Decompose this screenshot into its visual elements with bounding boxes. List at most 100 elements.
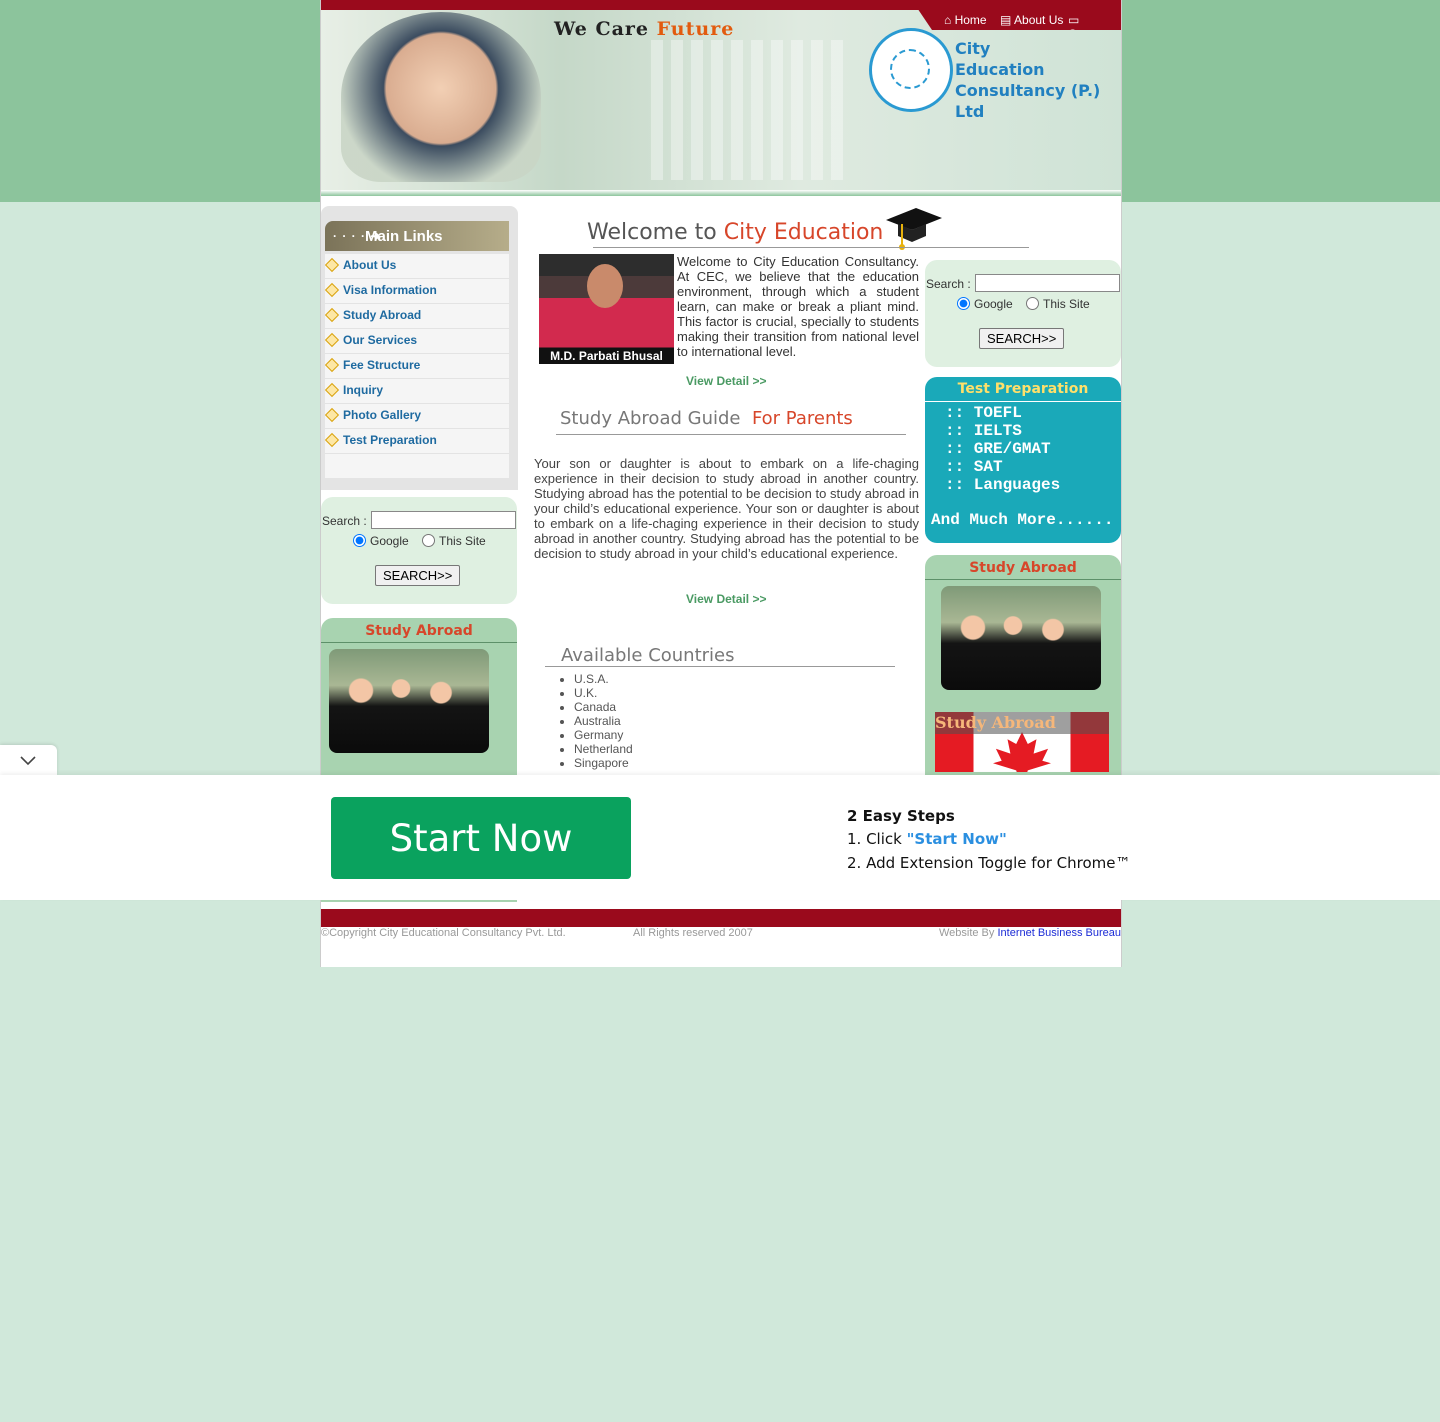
right-search-box: Search : Google This Site SEARCH>>: [925, 260, 1121, 367]
left-search-box: Search : Google This Site SEARCH>>: [321, 497, 517, 604]
maple-leaf-icon: [993, 732, 1051, 772]
search-label: Search :: [926, 277, 971, 291]
link-about-us[interactable]: About Us: [343, 258, 396, 272]
graduate-girl-image: [341, 12, 541, 182]
link-inquiry[interactable]: Inquiry: [343, 383, 383, 397]
header-bar-graphic: [651, 40, 851, 180]
chevron-down-icon: [20, 756, 36, 766]
main-links-panel: · · · · ➜ Main Links About Us Visa Infor…: [321, 206, 518, 490]
welcome-underline: [593, 247, 1029, 248]
logo-text: City Education Consultancy (P.) Ltd: [955, 39, 1101, 121]
country-item: Singapore: [574, 756, 633, 770]
country-item: Netherland: [574, 742, 633, 756]
test-preparation-box: Test Preparation :: TOEFL :: IELTS :: GR…: [925, 377, 1121, 543]
nav-contact[interactable]: ▭ Contact: [1068, 13, 1121, 30]
test-preparation-title: Test Preparation: [925, 377, 1121, 402]
footer-credit: Website By Internet Business Bureau: [938, 927, 1121, 939]
search-button[interactable]: SEARCH>>: [375, 565, 461, 586]
radio-this-site[interactable]: [422, 534, 436, 547]
link-study-abroad[interactable]: Study Abroad: [343, 308, 421, 322]
radio-google[interactable]: [353, 534, 366, 547]
country-item: U.S.A.: [574, 672, 633, 686]
radio-this-site[interactable]: [1026, 297, 1040, 310]
ad-banner: Start Now 2 Easy Steps 1. Click "Start N…: [0, 775, 1440, 900]
countries-list: U.S.A. U.K. Canada Australia Germany Net…: [574, 672, 633, 770]
header-banner: We Care Future ⌂ Home ▤ About Us ▭ Conta…: [321, 0, 1121, 196]
logo-emblem: [869, 28, 953, 112]
welcome-heading: Welcome to City Education: [587, 220, 884, 245]
diamond-bullet-icon: [324, 257, 340, 273]
radio-google[interactable]: [957, 297, 970, 310]
main-link-item[interactable]: Photo Gallery: [324, 404, 509, 429]
ad-step-1: 1. Click "Start Now": [847, 830, 1007, 848]
diamond-bullet-icon: [324, 432, 340, 448]
link-fee-structure[interactable]: Fee Structure: [343, 358, 420, 372]
footer-rights: All Rights reserved 2007: [633, 927, 753, 939]
main-link-item[interactable]: Our Services: [324, 329, 509, 354]
nav-home[interactable]: ⌂ Home: [944, 13, 987, 27]
nav-about-us[interactable]: ▤ About Us: [1000, 13, 1063, 27]
test-item[interactable]: :: SAT: [945, 458, 1060, 476]
tagline: We Care Future: [554, 18, 735, 40]
main-link-item[interactable]: Test Preparation: [324, 429, 509, 454]
parents-view-detail-link[interactable]: View Detail >>: [686, 592, 767, 606]
footer-copyright: ©Copyright City Educational Consultancy …: [321, 927, 566, 939]
developer-link[interactable]: Internet Business Bureau: [997, 927, 1121, 939]
country-item: U.K.: [574, 686, 633, 700]
header-divider: [321, 190, 1121, 196]
country-item: Germany: [574, 728, 633, 742]
director-photo: M.D. Parbati Bhusal: [539, 254, 674, 364]
search-scope-radios: Google This Site: [957, 297, 1090, 311]
search-label: Search :: [322, 514, 367, 528]
countries-heading: Available Countries: [561, 645, 735, 666]
diamond-bullet-icon: [324, 307, 340, 323]
study-abroad-canada-banner[interactable]: Study Abroad: [935, 712, 1109, 772]
parents-text: Your son or daughter is about to embark …: [534, 456, 919, 561]
diamond-bullet-icon: [324, 357, 340, 373]
ad-collapse-tab[interactable]: [0, 745, 57, 775]
graduates-photo: [329, 649, 489, 753]
diamond-bullet-icon: [324, 332, 340, 348]
test-item[interactable]: :: GRE/GMAT: [945, 440, 1060, 458]
main-link-item[interactable]: Visa Information: [324, 279, 509, 304]
test-item[interactable]: :: Languages: [945, 476, 1060, 494]
start-now-button[interactable]: Start Now: [331, 797, 631, 879]
main-link-item[interactable]: About Us: [324, 254, 509, 279]
welcome-view-detail-link[interactable]: View Detail >>: [686, 374, 767, 388]
top-nav: ⌂ Home ▤ About Us ▭ Contact: [918, 10, 1121, 30]
main-links-header: · · · · ➜ Main Links: [325, 221, 509, 251]
test-item[interactable]: :: IELTS: [945, 422, 1060, 440]
parents-heading: Study Abroad Guide For Parents: [560, 408, 853, 429]
country-item: Canada: [574, 700, 633, 714]
search-input[interactable]: [975, 274, 1120, 292]
canada-banner-label: Study Abroad: [935, 712, 1109, 734]
test-item[interactable]: :: TOEFL: [945, 404, 1060, 422]
parents-underline: [556, 434, 906, 435]
ad-steps: 2 Easy Steps 1. Click "Start Now" 2. Add…: [847, 805, 1131, 874]
ad-step-2: 2. Add Extension Toggle for Chrome™: [847, 854, 1131, 872]
link-photo-gallery[interactable]: Photo Gallery: [343, 408, 421, 422]
test-list: :: TOEFL :: IELTS :: GRE/GMAT :: SAT :: …: [945, 404, 1060, 494]
search-scope-radios: Google This Site: [353, 534, 486, 548]
main-link-item[interactable]: Fee Structure: [324, 354, 509, 379]
director-face: [587, 264, 623, 308]
countries-underline: [545, 666, 895, 667]
header-red-bar: [321, 0, 1121, 10]
search-button[interactable]: SEARCH>>: [979, 328, 1065, 349]
main-link-item[interactable]: Study Abroad: [324, 304, 509, 329]
graduates-photo: [941, 586, 1101, 690]
diamond-bullet-icon: [324, 382, 340, 398]
country-item: Australia: [574, 714, 633, 728]
link-visa-information[interactable]: Visa Information: [343, 283, 437, 297]
diamond-bullet-icon: [324, 407, 340, 423]
director-caption: M.D. Parbati Bhusal: [550, 349, 663, 363]
ad-steps-title: 2 Easy Steps: [847, 807, 955, 825]
search-input[interactable]: [371, 511, 516, 529]
test-more-text: And Much More......: [931, 511, 1114, 529]
main-link-item[interactable]: Inquiry: [324, 379, 509, 404]
footer-bar: [321, 909, 1121, 927]
graduation-cap-icon: [886, 208, 942, 250]
link-test-preparation[interactable]: Test Preparation: [343, 433, 437, 447]
main-links-list: About Us Visa Information Study Abroad O…: [324, 254, 509, 478]
link-our-services[interactable]: Our Services: [343, 333, 417, 347]
